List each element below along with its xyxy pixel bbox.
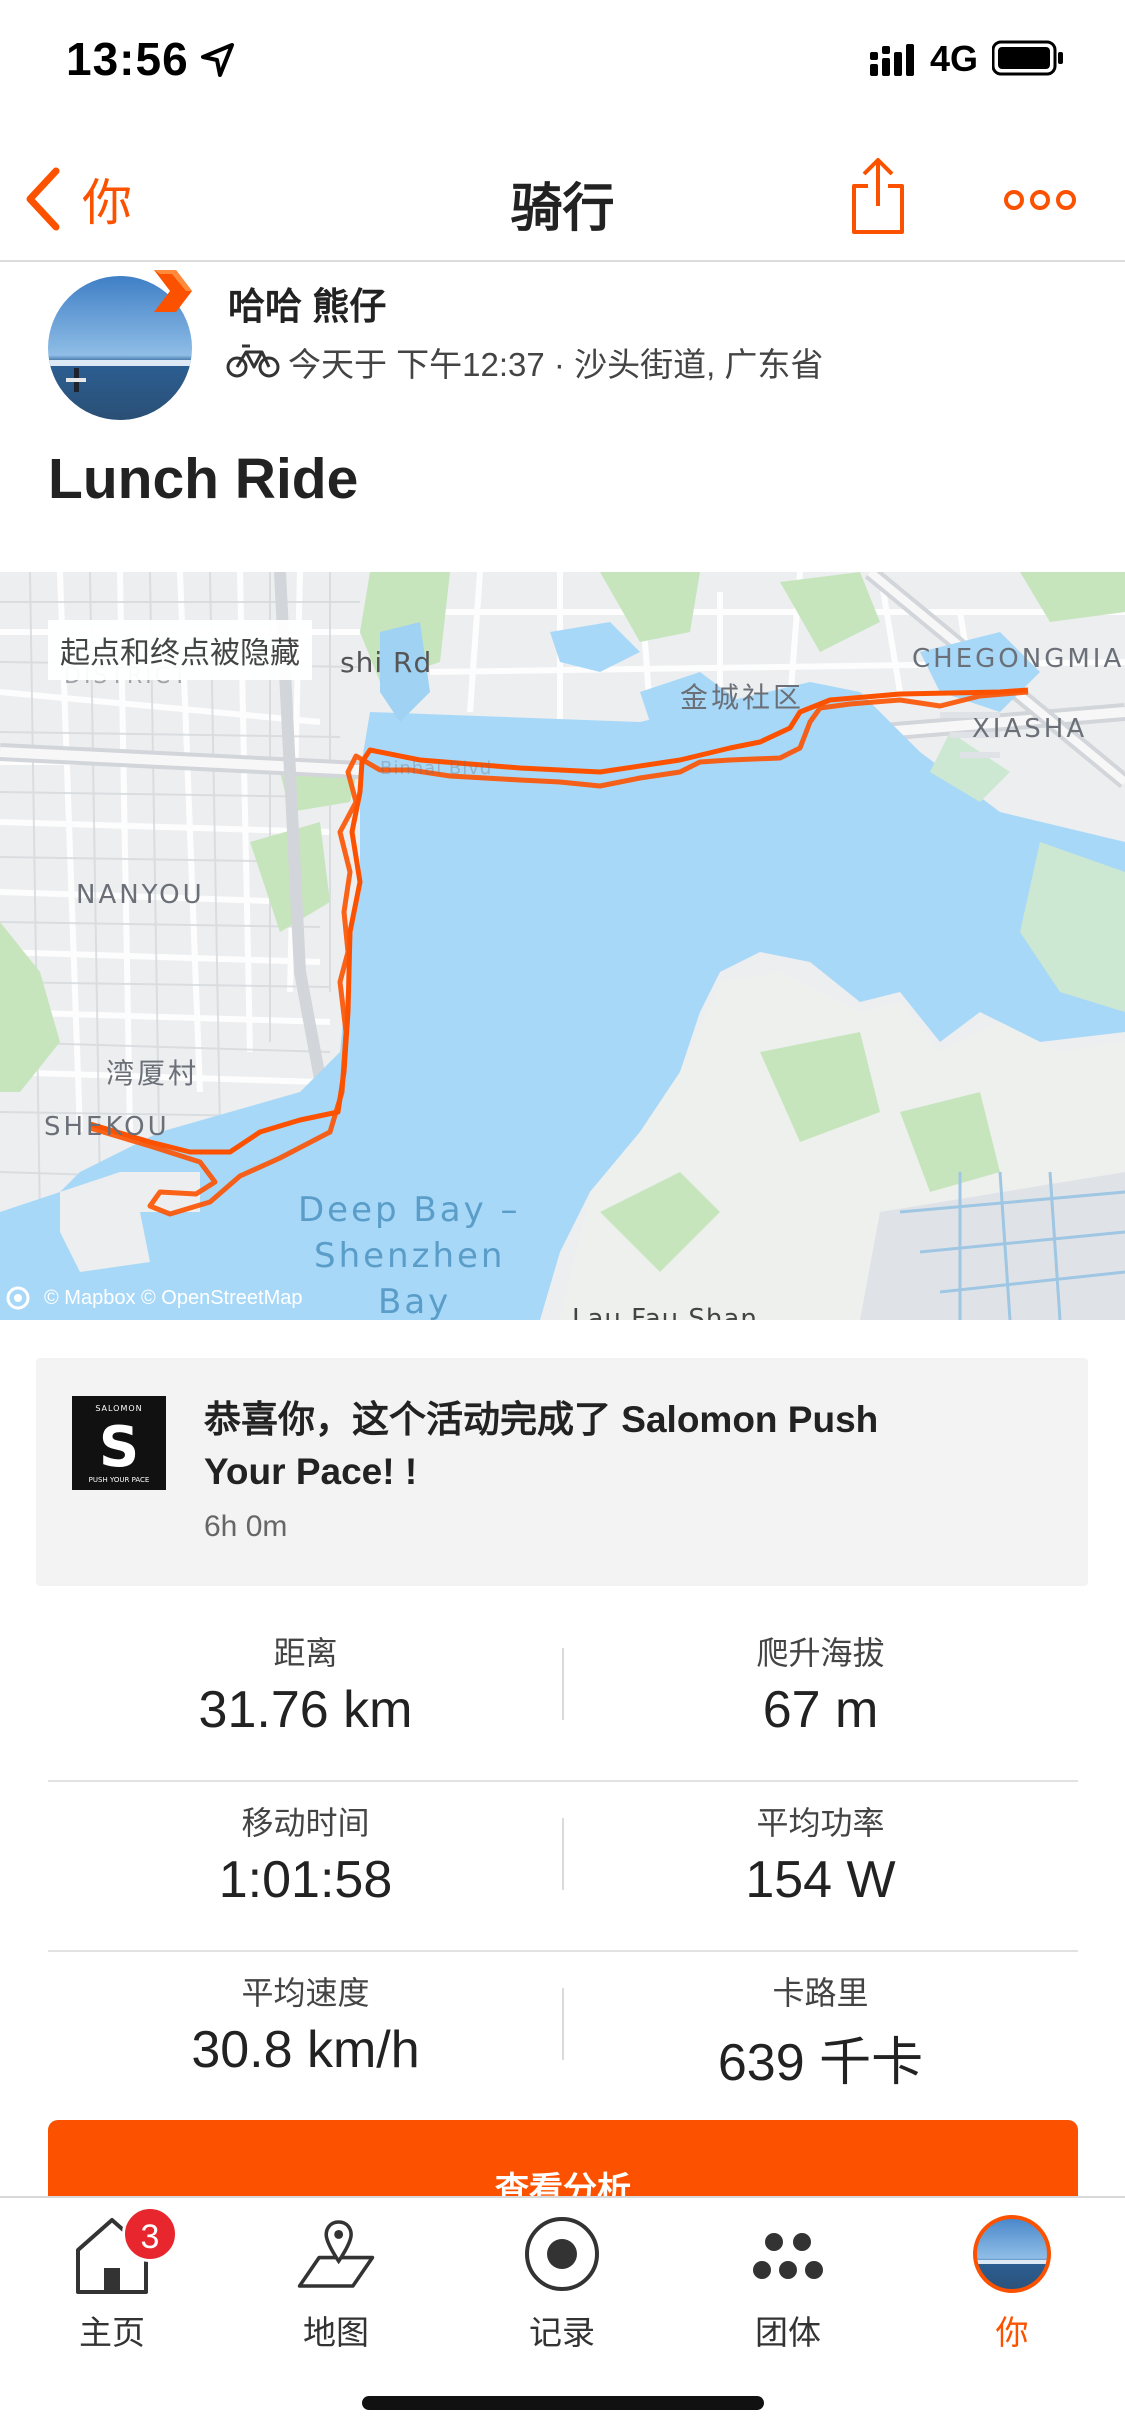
- stat-label: 平均功率: [756, 1805, 885, 1841]
- tab-label: 主页: [79, 2314, 145, 2351]
- groups-icon: [753, 2233, 823, 2279]
- map-label-community: 金城社区: [680, 681, 805, 714]
- map-label-bay-2: Shenzhen: [314, 1236, 506, 1276]
- stats-grid: 距离 31.76 km 爬升海拔 67 m 移动时间 1:01:58 平均功率 …: [48, 1612, 1078, 2122]
- stat-value: 31.76 km: [198, 1681, 413, 1739]
- stat-row: 距离 31.76 km 爬升海拔 67 m: [48, 1612, 1078, 1782]
- tab-home[interactable]: 3 主页: [32, 2206, 192, 2362]
- status-time: 13:56: [66, 33, 189, 85]
- tab-label: 记录: [529, 2314, 595, 2351]
- tab-groups[interactable]: 团体: [708, 2212, 868, 2362]
- salomon-logo: SALOMON S PUSH YOUR PACE: [72, 1396, 166, 1490]
- tab-label: 你: [995, 2314, 1029, 2351]
- stat-value: 639 千卡: [717, 2034, 924, 2092]
- stat-label: 平均速度: [241, 1975, 370, 2011]
- stat-value: 30.8 km/h: [191, 2021, 420, 2079]
- map-icon: [297, 2220, 375, 2288]
- map-label-bay-3: Bay: [378, 1282, 452, 1320]
- stat-row: 移动时间 1:01:58 平均功率 154 W: [48, 1782, 1078, 1952]
- challenge-card[interactable]: SALOMON S PUSH YOUR PACE 恭喜你，这个活动完成了 Sal…: [36, 1358, 1088, 1586]
- map-label-chegongmiao: CHEGONGMIA: [912, 644, 1125, 674]
- activity-meta: 今天于 下午12:37 · 沙头街道, 广东省: [288, 346, 824, 383]
- stat-moving-time: 移动时间 1:01:58: [48, 1782, 563, 1952]
- stat-label: 卡路里: [772, 1975, 869, 2011]
- map-label-bay-1: Deep Bay –: [298, 1190, 521, 1230]
- stat-distance: 距离 31.76 km: [48, 1612, 563, 1782]
- share-icon[interactable]: [850, 156, 906, 236]
- stat-avg-speed: 平均速度 30.8 km/h: [48, 1952, 563, 2122]
- map-label-xiasha: XIASHA: [972, 714, 1088, 744]
- home-indicator: [362, 2396, 764, 2410]
- back-button[interactable]: 你: [22, 164, 132, 234]
- stat-label: 爬升海拔: [756, 1635, 885, 1671]
- tab-label: 团体: [755, 2314, 821, 2351]
- stat-label: 移动时间: [241, 1805, 370, 1841]
- stat-label: 距离: [273, 1635, 338, 1671]
- tab-maps[interactable]: 地图: [256, 2212, 416, 2362]
- map-label-wanxia: 湾厦村: [106, 1057, 200, 1090]
- tab-record[interactable]: 记录: [482, 2212, 642, 2362]
- record-icon: [525, 2217, 599, 2291]
- cellular-signal-icon: [870, 44, 914, 76]
- status-bar: 13:56 4G: [0, 0, 1125, 120]
- stat-avg-power: 平均功率 154 W: [563, 1782, 1078, 1952]
- privacy-note: 起点和终点被隐藏: [48, 620, 312, 680]
- route-map[interactable]: shi Rd DISTRICT 金城社区 CHEGONGMIA XIASHA B…: [0, 572, 1125, 1320]
- tab-label: 地图: [303, 2314, 369, 2351]
- tab-you[interactable]: 你: [932, 2212, 1092, 2362]
- logo-bottom-text: PUSH YOUR PACE: [89, 1476, 150, 1484]
- page-title: 骑行: [510, 180, 615, 238]
- more-options-icon[interactable]: [1000, 180, 1080, 220]
- map-label-shekou: SHEKOU: [44, 1112, 170, 1142]
- stat-elevation: 爬升海拔 67 m: [563, 1612, 1078, 1782]
- map-attribution[interactable]: © Mapbox © OpenStreetMap: [6, 1286, 303, 1310]
- challenge-duration: 6h 0m: [204, 1510, 288, 1543]
- challenge-text: 恭喜你，这个活动完成了 Salomon Push Your Pace! !: [204, 1399, 879, 1492]
- battery-icon: [992, 40, 1063, 76]
- stat-value: 67 m: [762, 1681, 879, 1739]
- stat-value: 1:01:58: [218, 1851, 393, 1909]
- map-label-road: shi Rd: [340, 646, 433, 679]
- notification-badge: 3: [122, 2206, 178, 2262]
- stat-value: 154 W: [745, 1851, 896, 1909]
- logo-letter: S: [99, 1415, 139, 1480]
- location-arrow-icon: [201, 43, 234, 77]
- subscriber-badge-icon: [154, 270, 192, 312]
- bike-icon: [226, 344, 280, 378]
- map-label-lau-fau-shan: Lau Fau Shan: [572, 1304, 758, 1320]
- map-label-nanyou: NANYOU: [76, 880, 205, 910]
- attribution-text: © Mapbox © OpenStreetMap: [44, 1286, 303, 1309]
- logo-top-text: SALOMON: [95, 1404, 142, 1413]
- stat-calories: 卡路里 639 千卡: [563, 1952, 1078, 2122]
- nav-bar: 你 骑行: [0, 140, 1125, 262]
- athlete-name[interactable]: 哈哈 熊仔: [228, 276, 386, 330]
- profile-avatar-icon: [973, 2215, 1051, 2293]
- mapbox-logo-icon: [6, 1286, 30, 1310]
- chevron-left-icon: [26, 167, 60, 231]
- map-label-binhai: Binhai Blvd: [380, 758, 493, 779]
- back-label: 你: [82, 175, 132, 231]
- stat-row: 平均速度 30.8 km/h 卡路里 639 千卡: [48, 1952, 1078, 2122]
- activity-title: Lunch Ride: [48, 447, 359, 511]
- network-type: 4G: [930, 38, 979, 79]
